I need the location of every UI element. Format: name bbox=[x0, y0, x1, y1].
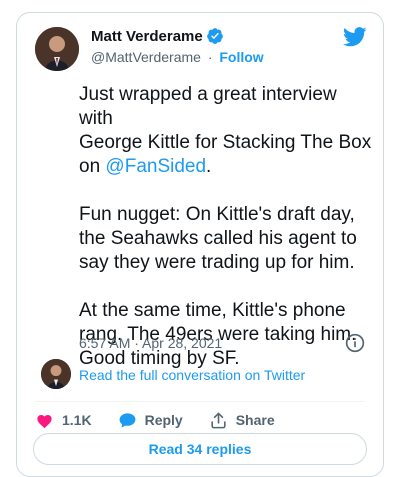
verified-badge-icon bbox=[207, 28, 223, 44]
mention-link[interactable]: @FanSided bbox=[105, 156, 206, 177]
author-avatar[interactable] bbox=[35, 27, 79, 71]
tweet-card: Matt Verderame @MattVerderame · Follow J… bbox=[16, 12, 384, 477]
action-bar: 1.1K Reply Share bbox=[35, 407, 301, 433]
author-handle[interactable]: @MattVerderame bbox=[91, 49, 201, 65]
reply-bubble-icon bbox=[119, 412, 135, 428]
share-icon bbox=[211, 412, 226, 428]
reply-button[interactable]: Reply bbox=[118, 411, 183, 430]
reply-label: Reply bbox=[144, 412, 183, 428]
conversation-avatar bbox=[41, 359, 71, 389]
share-button[interactable]: Share bbox=[209, 411, 275, 430]
heart-icon bbox=[37, 414, 52, 428]
tweet-paragraph-2: Fun nugget: On Kittle's draft day, the S… bbox=[79, 204, 357, 273]
tweet-timestamp[interactable]: 6:57 AM · Apr 28, 2021 bbox=[79, 335, 222, 351]
read-replies-button[interactable]: Read 34 replies bbox=[33, 433, 367, 465]
info-icon[interactable] bbox=[345, 333, 365, 353]
follow-link[interactable]: Follow bbox=[219, 49, 263, 65]
handle-row: @MattVerderame · Follow bbox=[91, 49, 264, 65]
divider bbox=[35, 401, 365, 402]
twitter-bird-icon[interactable] bbox=[343, 27, 367, 47]
like-button[interactable]: 1.1K bbox=[35, 411, 92, 430]
read-full-conversation-link[interactable]: Read the full conversation on Twitter bbox=[79, 367, 305, 383]
tweet-paragraph-1: Just wrapped a great interview with Geor… bbox=[79, 83, 375, 179]
author-name[interactable]: Matt Verderame bbox=[91, 28, 203, 45]
separator-dot: · bbox=[207, 49, 213, 65]
like-count: 1.1K bbox=[62, 412, 92, 428]
tweet-text-segment: . bbox=[206, 156, 212, 177]
share-label: Share bbox=[235, 412, 275, 428]
